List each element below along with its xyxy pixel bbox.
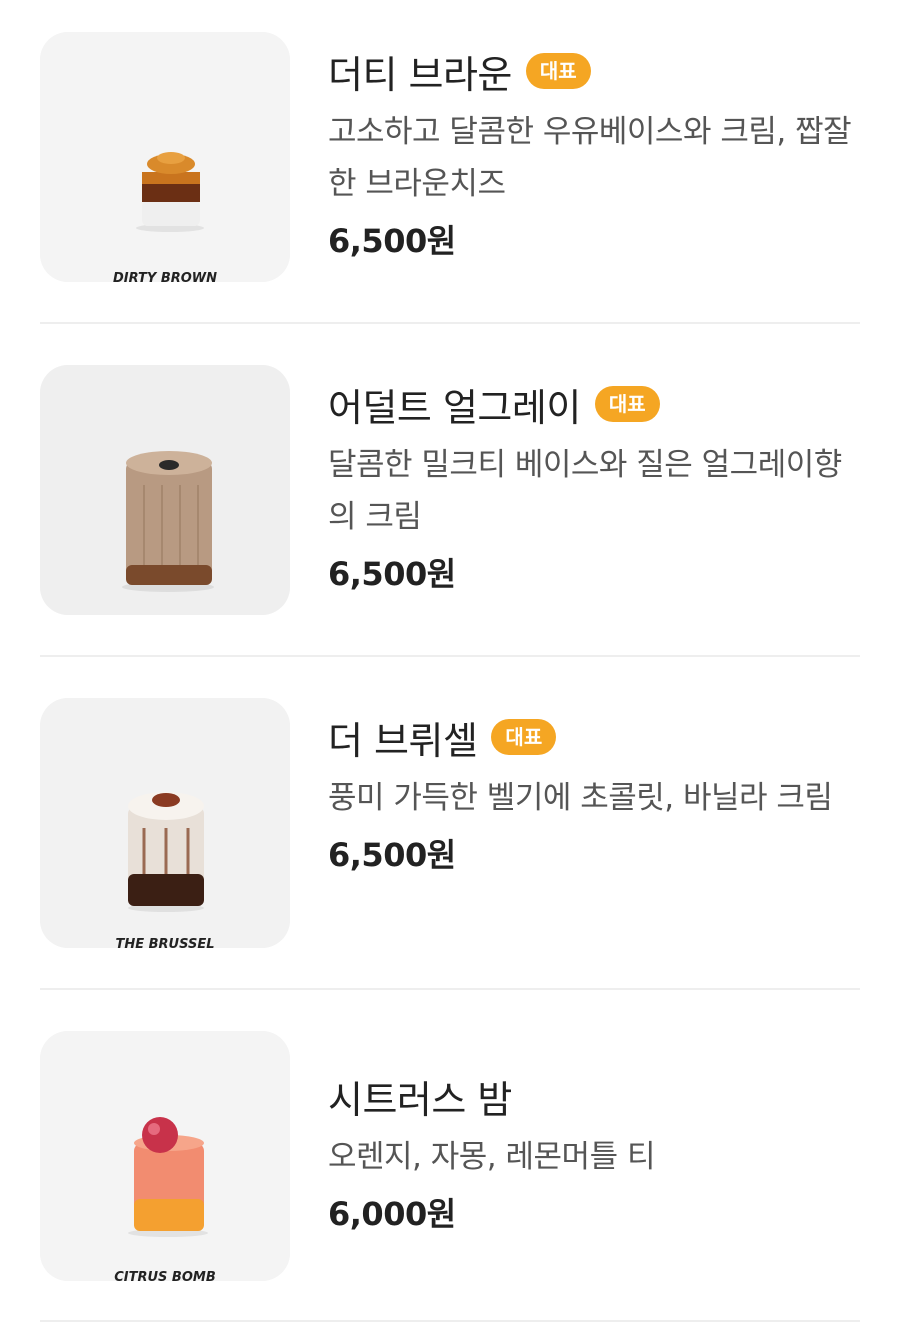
divider bbox=[40, 655, 860, 657]
menu-item-name: 시트러스 밤 bbox=[328, 1077, 512, 1122]
menu-item-dirty-brown[interactable]: DIRTY BROWN 더티 브라운 대표 고소하고 달콤한 우유베이스와 크림… bbox=[40, 32, 860, 282]
menu-item-info: 더 브뤼셀 대표 풍미 가득한 벨기에 초콜릿, 바닐라 크림 6,500원 bbox=[328, 698, 860, 876]
menu-item-adult-earl-grey[interactable]: 어덜트 얼그레이 대표 달콤한 밀크티 베이스와 질은 얼그레이향의 크림 6,… bbox=[40, 365, 860, 615]
menu-item-name: 더 브뤼셀 bbox=[328, 718, 478, 763]
signature-badge: 대표 bbox=[491, 719, 557, 755]
menu-item-description: 달콤한 밀크티 베이스와 질은 얼그레이향의 크림 bbox=[328, 447, 842, 535]
divider bbox=[40, 1320, 860, 1322]
menu-item-price: 6,000원 bbox=[328, 1195, 456, 1233]
photo-caption: DIRTY BROWN bbox=[113, 271, 217, 282]
menu-item-the-brussel[interactable]: THE BRUSSEL 더 브뤼셀 대표 풍미 가득한 벨기에 초콜릿, 바닐라… bbox=[40, 698, 860, 948]
signature-badge: 대표 bbox=[594, 386, 660, 422]
menu-item-description: 오렌지, 자몽, 레몬머틀 티 bbox=[328, 1139, 655, 1175]
menu-item-photo[interactable]: CITRUS BOMB bbox=[40, 1031, 290, 1281]
menu-item-info: 어덜트 얼그레이 대표 달콤한 밀크티 베이스와 질은 얼그레이향의 크림 6,… bbox=[328, 365, 860, 595]
photo-caption: THE BRUSSEL bbox=[115, 937, 214, 948]
menu-item-name: 어덜트 얼그레이 bbox=[328, 385, 581, 430]
menu-item-price: 6,500원 bbox=[328, 836, 456, 874]
divider bbox=[40, 988, 860, 990]
signature-badge: 대표 bbox=[525, 53, 591, 89]
menu-item-price: 6,500원 bbox=[328, 555, 456, 593]
menu-item-price: 6,500원 bbox=[328, 222, 456, 260]
divider bbox=[40, 322, 860, 324]
menu-item-citrus-bomb[interactable]: CITRUS BOMB 시트러스 밤 오렌지, 자몽, 레몬머틀 티 6,000… bbox=[40, 1031, 860, 1281]
menu-item-description: 고소하고 달콤한 우유베이스와 크림, 짭잘한 브라운치즈 bbox=[328, 114, 852, 202]
photo-caption: CITRUS BOMB bbox=[114, 1270, 216, 1281]
menu-item-info: 더티 브라운 대표 고소하고 달콤한 우유베이스와 크림, 짭잘한 브라운치즈 … bbox=[328, 32, 860, 262]
menu-list: DIRTY BROWN 더티 브라운 대표 고소하고 달콤한 우유베이스와 크림… bbox=[0, 0, 900, 1340]
menu-item-photo[interactable]: DIRTY BROWN bbox=[40, 32, 290, 282]
menu-item-info: 시트러스 밤 오렌지, 자몽, 레몬머틀 티 6,000원 bbox=[328, 1031, 860, 1235]
menu-item-name: 더티 브라운 bbox=[328, 52, 512, 97]
menu-item-description: 풍미 가득한 벨기에 초콜릿, 바닐라 크림 bbox=[328, 780, 833, 816]
menu-item-photo[interactable] bbox=[40, 365, 290, 615]
menu-item-photo[interactable]: THE BRUSSEL bbox=[40, 698, 290, 948]
